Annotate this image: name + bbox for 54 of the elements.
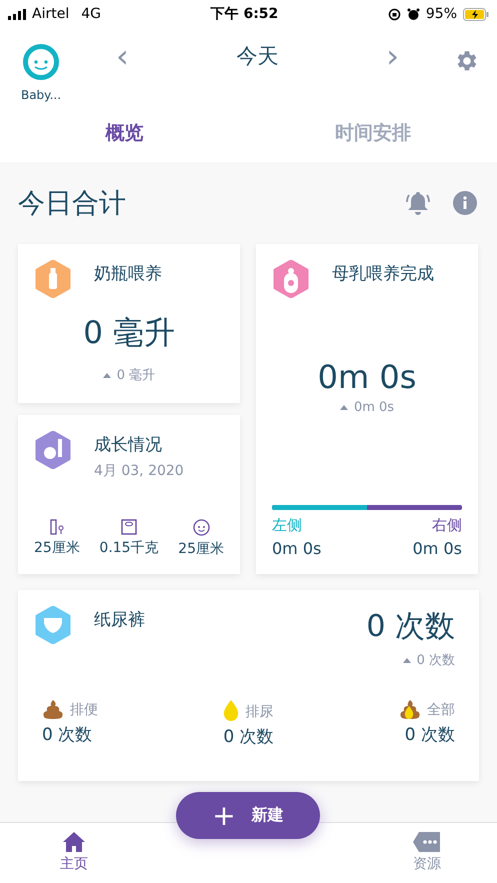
ruler-icon <box>48 519 65 535</box>
baby-avatar[interactable] <box>23 44 59 80</box>
bell-icon[interactable] <box>405 190 431 216</box>
growth-value: 0.15千克 <box>99 539 159 557</box>
network-type: 4G <box>81 6 101 22</box>
diaper-change: 0 次数 <box>402 651 455 669</box>
bottle-change: 0 毫升 <box>102 366 156 384</box>
card-title: 纸尿裤 <box>94 609 145 631</box>
nav-tab[interactable]: 主页 <box>60 823 88 883</box>
feeding-change: 0m 0s <box>340 400 394 415</box>
poop-icon <box>42 699 64 719</box>
left-side-duration: 0m 0s <box>272 539 322 558</box>
card-title: 母乳喂养完成 <box>332 263 434 285</box>
diaper-total: 0 次数 <box>366 608 455 646</box>
tab[interactable]: 概览 <box>0 120 248 146</box>
summary-title: 今日合计 <box>18 187 126 221</box>
feeding-duration: 0m 0s <box>318 358 416 396</box>
diaper-type-label: 排尿 <box>245 703 274 721</box>
left-side-label: 左侧 <box>272 516 302 535</box>
home-icon <box>62 831 86 853</box>
signal-icon <box>8 8 26 20</box>
diaper-count: 0 次数 <box>404 724 455 746</box>
diaper-count: 0 次数 <box>223 726 274 748</box>
info-icon[interactable] <box>453 191 477 215</box>
baby-name: Baby... <box>20 88 62 102</box>
bottle-icon <box>34 260 72 298</box>
baby-face-icon <box>192 519 210 536</box>
clock-time: 下午 6:52 <box>210 5 278 23</box>
growth-date: 4月 03, 2020 <box>94 462 184 480</box>
diaper-type-label: 全部 <box>426 701 455 719</box>
new-entry-button[interactable]: + 新建 <box>176 792 320 839</box>
battery-charging-icon <box>463 8 489 20</box>
card-title: 奶瓶喂养 <box>94 263 162 285</box>
poop-droplet-icon <box>398 699 421 719</box>
bottle-feeding-card[interactable]: 奶瓶喂养 0 毫升 0 毫升 <box>18 244 240 403</box>
breastfeeding-card[interactable]: 母乳喂养完成 0m 0s 0m 0s 左侧 0m 0s 右侧 0m 0s <box>256 244 478 574</box>
growth-value: 25厘米 <box>178 540 224 558</box>
droplet-icon <box>223 699 240 721</box>
diaper-card[interactable]: 纸尿裤 0 次数 0 次数 排便 0 次数 排尿 0 次数 全部 0 次数 <box>18 590 479 781</box>
battery-percent: 95% <box>426 6 457 22</box>
growth-value: 25厘米 <box>34 539 80 557</box>
rotation-lock-icon <box>388 8 401 20</box>
right-side-duration: 0m 0s <box>412 539 462 558</box>
growth-card[interactable]: 成长情况 4月 03, 2020 25厘米 0.15千克 25厘米 <box>18 415 240 574</box>
date-title: 今天 <box>236 43 278 70</box>
card-title: 成长情况 <box>94 434 163 456</box>
bottle-total: 0 毫升 <box>83 314 175 353</box>
alarm-icon <box>406 8 420 20</box>
scale-icon <box>120 519 137 535</box>
right-side-label: 右侧 <box>432 516 462 535</box>
diaper-count: 0 次数 <box>42 724 92 746</box>
chat-bubble-icon <box>412 831 442 853</box>
diaper-type-label: 排便 <box>70 701 98 719</box>
carrier-name: Airtel <box>32 6 70 22</box>
